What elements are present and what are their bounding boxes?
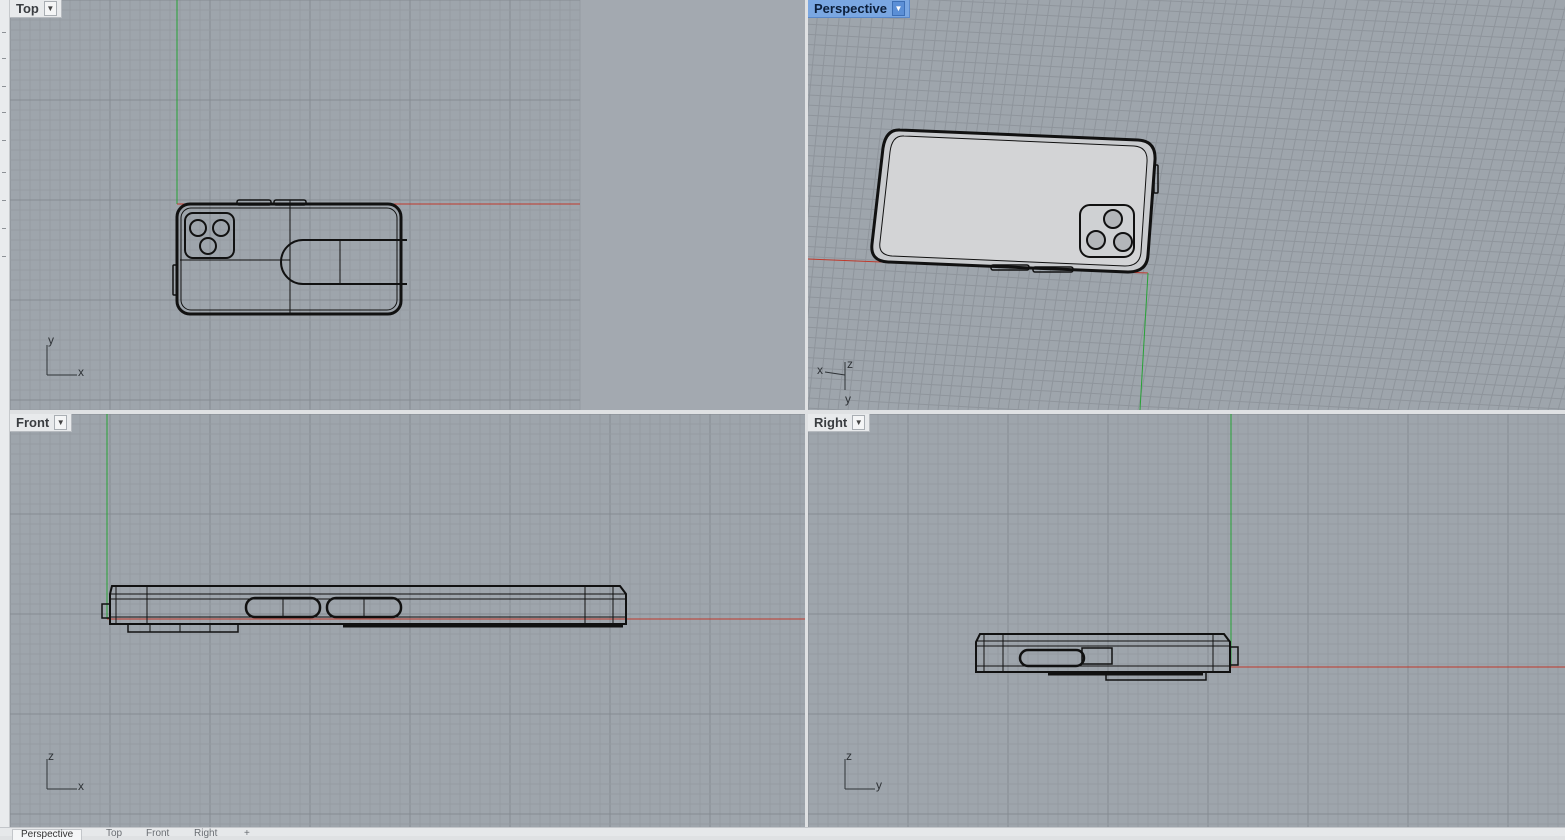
front-view-grid <box>10 414 805 827</box>
viewport-title-front[interactable]: Front ▼ <box>10 414 73 432</box>
axis-label-y: y <box>845 392 851 406</box>
left-edge-ruler <box>0 0 10 835</box>
ruler-tick <box>2 228 6 229</box>
phone-model-perspective <box>870 128 1159 274</box>
right-view-grid <box>808 414 1565 827</box>
axis-label-z: z <box>846 749 852 763</box>
viewport-title-perspective[interactable]: Perspective ▼ <box>808 0 910 18</box>
chevron-down-icon[interactable]: ▼ <box>54 415 68 430</box>
ruler-tick <box>2 200 6 201</box>
perspective-view-canvas[interactable] <box>808 0 1565 410</box>
ruler-tick <box>2 58 6 59</box>
ruler-tick <box>2 32 6 33</box>
axis-label-z: z <box>48 749 54 763</box>
ruler-tick <box>2 140 6 141</box>
viewport-title-label: Right <box>814 415 848 430</box>
axis-label-x: x <box>78 365 84 379</box>
tab-right[interactable]: Right <box>194 829 217 839</box>
top-view-canvas[interactable] <box>10 0 805 410</box>
axis-label-x: x <box>78 779 84 793</box>
viewport-top[interactable]: y x Top ▼ <box>10 0 805 410</box>
axis-label-z: z <box>847 357 853 371</box>
viewport-title-label: Front <box>16 415 50 430</box>
ruler-tick <box>2 112 6 113</box>
top-view-empty-area <box>580 0 805 410</box>
tab-top[interactable]: Top <box>106 829 122 839</box>
tab-front[interactable]: Front <box>146 829 169 839</box>
phone-model-right <box>975 633 1239 681</box>
ruler-tick <box>2 86 6 87</box>
right-view-canvas[interactable] <box>808 414 1565 827</box>
ruler-tick <box>2 172 6 173</box>
front-view-canvas[interactable] <box>10 414 805 827</box>
viewport-title-label: Top <box>16 1 39 16</box>
viewport-right[interactable]: z y Right ▼ <box>808 414 1565 827</box>
chevron-down-icon[interactable]: ▼ <box>43 1 57 16</box>
ruler-tick <box>2 256 6 257</box>
phone-model-front <box>101 585 627 633</box>
plus-icon[interactable]: + <box>244 829 250 839</box>
chevron-down-icon[interactable]: ▼ <box>852 415 866 430</box>
axis-label-y: y <box>876 778 882 792</box>
chevron-down-icon[interactable]: ▼ <box>892 1 905 16</box>
viewport-perspective[interactable]: z x y Perspective ▼ <box>808 0 1565 410</box>
viewport-title-top[interactable]: Top ▼ <box>10 0 62 18</box>
viewport-title-label: Perspective <box>814 1 887 16</box>
viewport-title-right[interactable]: Right ▼ <box>808 414 871 432</box>
axis-label-y: y <box>48 333 54 347</box>
axis-label-x: x <box>817 363 823 377</box>
viewport-front[interactable]: z x Front ▼ <box>10 414 805 827</box>
phone-model-top <box>172 199 407 316</box>
